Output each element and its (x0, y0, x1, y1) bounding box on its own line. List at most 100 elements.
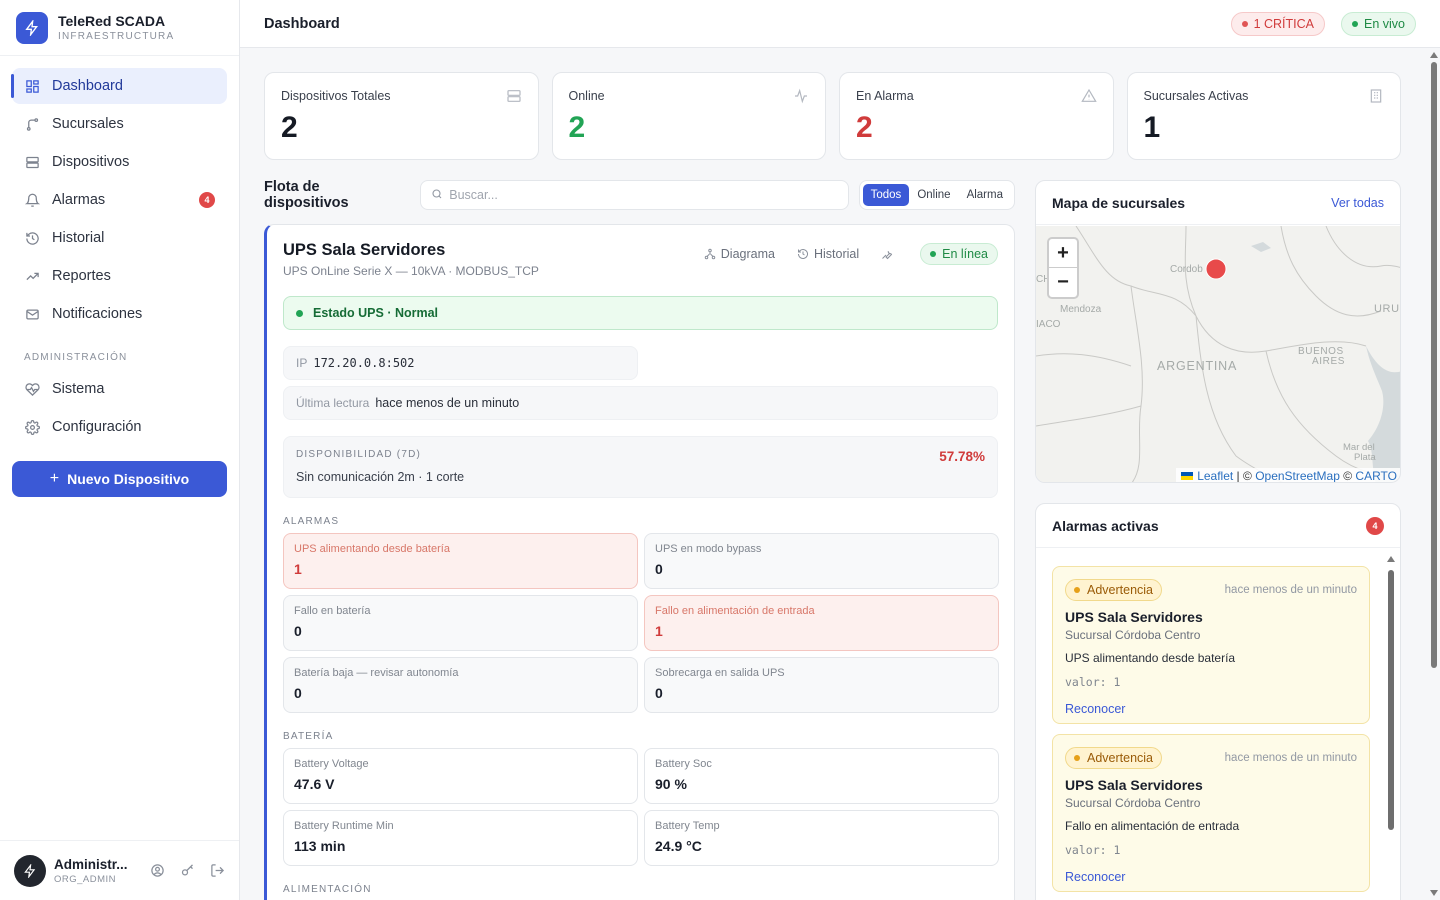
sidebar-item-label: Historial (52, 230, 105, 246)
carto-link[interactable]: CARTO (1355, 469, 1397, 482)
metric-cell: Battery Voltage 47.6 V (283, 748, 638, 804)
search-input[interactable] (449, 188, 838, 202)
availability-panel: DISPONIBILIDAD (7D) 57.78% Sin comunicac… (283, 436, 998, 498)
alarm-device: UPS Sala Servidores (1065, 777, 1203, 793)
map-canvas[interactable]: Cordob Mendoza IACO CH ARGENTINA BUENOS … (1036, 225, 1400, 483)
stat-label: Online (568, 89, 605, 103)
availability-desc: Sin comunicación 2m · 1 corte (296, 470, 465, 484)
map-tiles: Cordob Mendoza IACO CH ARGENTINA BUENOS … (1036, 225, 1400, 482)
scrollbar-thumb[interactable] (1431, 62, 1437, 668)
ups-status-banner: Estado UPS · Normal (283, 296, 998, 330)
sidebar-item-dispositivos[interactable]: Dispositivos (12, 144, 227, 180)
sidebar-item-label: Reportes (52, 268, 111, 284)
fleet-filter: Todos Online Alarma (858, 180, 1015, 210)
history-icon (24, 230, 40, 246)
severity-label: Advertencia (1087, 751, 1154, 765)
fleet-title: Flota de dispositivos (264, 179, 349, 211)
sidebar-item-dashboard[interactable]: Dashboard (11, 68, 227, 104)
sidebar-item-sucursales[interactable]: Sucursales (12, 106, 227, 142)
map-title: Mapa de sucursales (1052, 194, 1186, 211)
admin-section-label: ADMINISTRACIÓN (24, 352, 128, 363)
alarms-count-badge: 4 (1366, 516, 1384, 535)
stat-active-branches: Sucursales Activas 1 (1126, 72, 1401, 160)
alarms-scrollbar[interactable] (1386, 556, 1396, 896)
metric-value: 24.9 °C (655, 838, 702, 854)
sidebar-item-label: Alarmas (52, 192, 106, 208)
new-device-button[interactable]: + Nuevo Dispositivo (12, 461, 227, 497)
sidebar-item-reportes[interactable]: Reportes (12, 258, 227, 294)
last-read-label: Última lectura (296, 396, 370, 410)
metric-cell: Battery Runtime Min 113 min (283, 810, 638, 866)
dashboard-icon (24, 78, 40, 94)
filter-alarma[interactable]: Alarma (959, 184, 1011, 206)
alarm-cell: Sobrecarga en salida UPS 0 (644, 657, 999, 713)
critical-dot-icon (1241, 20, 1248, 27)
alarm-value: valor: 1 (1065, 843, 1121, 857)
live-label: En vivo (1364, 16, 1405, 31)
heart-pulse-icon (24, 381, 40, 397)
bell-icon (24, 192, 40, 208)
osm-link[interactable]: OpenStreetMap (1255, 469, 1340, 482)
stat-in-alarm: En Alarma 2 (839, 72, 1114, 160)
sidebar-item-sistema[interactable]: Sistema (12, 371, 227, 407)
alarm-cell-value: 0 (294, 685, 302, 701)
ups-status-text: Estado UPS · Normal (313, 306, 439, 320)
filter-todos[interactable]: Todos (862, 184, 910, 206)
sidebar-item-notificaciones[interactable]: Notificaciones (12, 296, 227, 332)
alarm-count-badge: 4 (199, 192, 215, 208)
sidebar-item-historial[interactable]: Historial (12, 220, 227, 256)
metric-label: Battery Temp (655, 820, 720, 832)
severity-badge: Advertencia (1065, 579, 1163, 601)
metric-cell: Battery Soc 90 % (644, 748, 999, 804)
zoom-out-button[interactable]: − (1049, 268, 1077, 297)
sidebar-item-alarmas[interactable]: Alarmas 4 (12, 182, 227, 218)
fleet-toolbar: Flota de dispositivos Todos Online Alarm… (264, 179, 1015, 211)
metric-value: 47.6 V (294, 776, 335, 792)
page-scrollbar[interactable] (1428, 48, 1440, 900)
scroll-down-icon[interactable] (1430, 890, 1438, 896)
alarm-cell-value: 1 (655, 623, 663, 639)
key-icon[interactable] (179, 863, 195, 879)
user-profile-icon[interactable] (149, 863, 165, 879)
acknowledge-button[interactable]: Reconocer (1065, 870, 1357, 884)
view-all-link[interactable]: Ver todas (1331, 196, 1384, 210)
server-icon (506, 88, 522, 104)
bolt-icon (16, 11, 48, 44)
severity-badge: Advertencia (1065, 747, 1163, 769)
gear-icon (24, 419, 40, 435)
severity-label: Advertencia (1087, 583, 1154, 597)
ip-value: 172.20.0.8:502 (313, 356, 415, 370)
alarm-cell-label: UPS en modo bypass (655, 543, 762, 555)
scroll-up-icon[interactable] (1430, 52, 1438, 58)
scroll-up-icon[interactable] (1387, 556, 1395, 562)
sidebar-item-label: Dashboard (52, 78, 123, 94)
device-actions: Diagrama Historial En línea (704, 243, 998, 265)
wrench-icon (881, 248, 893, 260)
attribution-separator: | © (1233, 469, 1256, 483)
logout-icon[interactable] (209, 863, 225, 879)
alarm-cell-label: Sobrecarga en salida UPS (655, 667, 785, 679)
sidebar-item-configuracion[interactable]: Configuración (12, 409, 227, 445)
critical-badge[interactable]: 1 CRÍTICA (1230, 11, 1325, 36)
leaflet-link[interactable]: Leaflet (1197, 469, 1233, 482)
diagram-button[interactable]: Diagrama (704, 247, 775, 261)
avatar[interactable] (14, 854, 46, 887)
history-button[interactable]: Historial (797, 247, 859, 261)
diagram-icon (704, 248, 716, 260)
stat-online: Online 2 (551, 72, 826, 160)
ip-field: IP 172.20.0.8:502 (283, 346, 638, 380)
map-label-taco: IACO (1036, 319, 1061, 330)
online-dot-icon (930, 251, 937, 257)
availability-percent: 57.78% (939, 449, 985, 464)
battery-grid: Battery Voltage 47.6 V Battery Soc 90 % … (283, 748, 999, 866)
zoom-in-button[interactable]: + (1049, 239, 1077, 268)
brand: TeleRed SCADA INFRAESTRUCTURA (0, 0, 239, 56)
branch-marker[interactable] (1205, 258, 1227, 280)
scrollbar-thumb[interactable] (1388, 570, 1394, 830)
alarm-time: hace menos de un minuto (1224, 752, 1357, 764)
metric-value: 90 % (655, 776, 687, 792)
edit-button[interactable] (881, 248, 898, 260)
filter-online[interactable]: Online (909, 184, 958, 206)
acknowledge-button[interactable]: Reconocer (1065, 702, 1357, 716)
alarm-cell-label: Batería baja — revisar autonomía (294, 667, 459, 679)
